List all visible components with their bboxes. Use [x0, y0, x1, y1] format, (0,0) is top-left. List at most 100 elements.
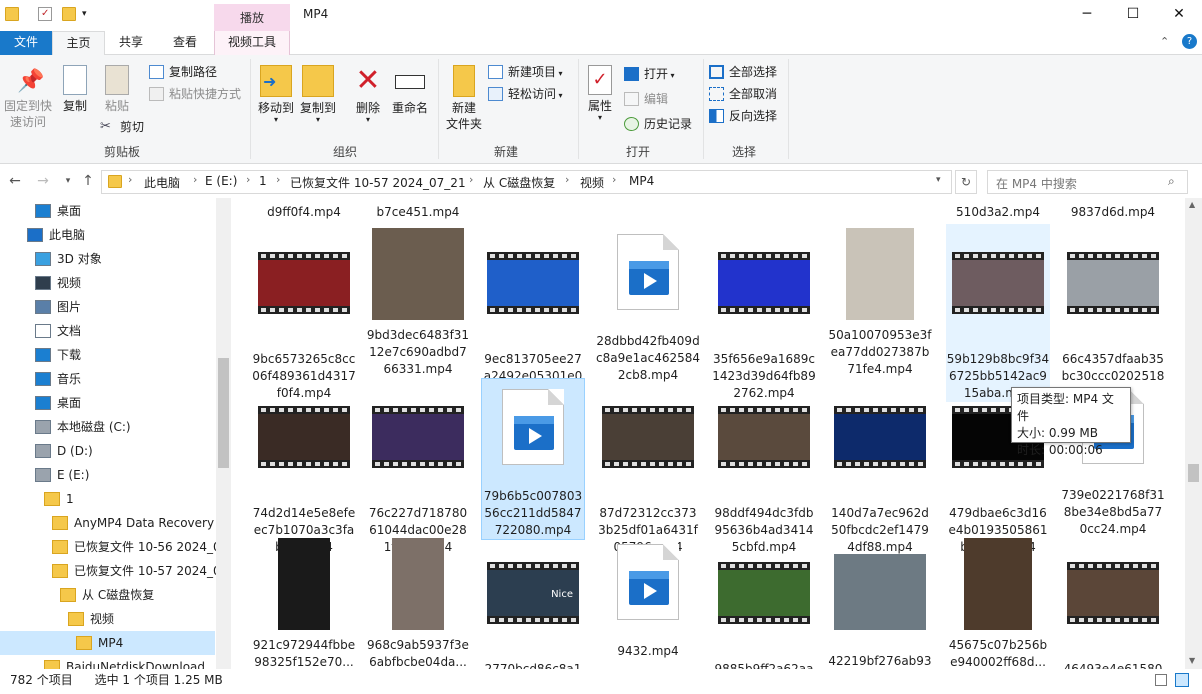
nav-item[interactable]: 本地磁盘 (C:)	[0, 415, 215, 439]
new-folder-quick-icon[interactable]	[62, 7, 76, 21]
copy-button[interactable]: 复制	[58, 65, 92, 114]
content-scrollbar[interactable]: ▲ ▼	[1185, 198, 1202, 669]
file-item[interactable]: 9ec813705ee27a2492e05301e0845bd3.mp4	[481, 224, 585, 402]
nav-item[interactable]: AnyMP4 Data Recovery	[0, 511, 215, 535]
file-item[interactable]: 76c227d71878061044dac00e281ff1c5.mp4	[366, 378, 470, 556]
customize-quick-access-icon[interactable]: ▾	[82, 7, 96, 21]
forward-arrow-icon[interactable]: →	[33, 172, 53, 192]
scroll-up-icon[interactable]: ▲	[1189, 200, 1195, 209]
nav-item[interactable]: E (E:)	[0, 463, 215, 487]
copy-to-button[interactable]: 复制到 ▾	[298, 65, 338, 124]
file-item[interactable]: 28dbbd42fb409dc8a9e1ac4625842cb8.mp4	[596, 224, 700, 384]
properties-button[interactable]: ✓ 属性 ▾	[582, 65, 618, 122]
rename-button[interactable]: 重命名	[388, 65, 432, 116]
paste-button[interactable]: 粘贴	[100, 65, 134, 114]
tab-home[interactable]: 主页	[52, 31, 105, 56]
breadcrumb-drive-e[interactable]: E (E:)	[205, 174, 237, 188]
tab-share[interactable]: 共享	[105, 31, 157, 55]
properties-quick-icon[interactable]: ✓	[38, 7, 52, 21]
invert-selection-button[interactable]: 反向选择	[709, 107, 777, 125]
nav-item[interactable]: 音乐	[0, 367, 215, 391]
file-item[interactable]: 45675c07b256be940002ff68d...	[946, 534, 1050, 669]
file-item[interactable]: 98ddf494dc3fdb95636b4ad34145cbfd.mp4	[712, 378, 816, 556]
details-view-icon[interactable]	[1155, 674, 1167, 686]
nav-item[interactable]: 桌面	[0, 199, 215, 223]
maximize-button[interactable]: ☐	[1110, 0, 1156, 31]
help-icon[interactable]: ?	[1182, 34, 1197, 49]
file-item[interactable]: 35f656e9a1689c1423d39d64fb892762.mp4	[712, 224, 816, 402]
file-item[interactable]: 46493e4e6158011a980bce179b...	[1061, 534, 1165, 669]
file-item[interactable]: 87d72312cc3733b25df01a6431f05796.mp4	[596, 378, 700, 556]
refresh-icon[interactable]: ↻	[955, 170, 977, 194]
nav-item[interactable]: 已恢复文件 10-57 2024_0	[0, 559, 221, 583]
nav-item[interactable]: 文档	[0, 319, 215, 343]
nav-item[interactable]: D (D:)	[0, 439, 215, 463]
nav-scrollbar[interactable]	[216, 198, 231, 669]
file-item[interactable]: 9432.mp4	[596, 534, 700, 660]
content-scroll-thumb[interactable]	[1188, 464, 1199, 482]
nav-item[interactable]: 桌面	[0, 391, 215, 415]
breadcrumb-videos[interactable]: 视频	[580, 174, 604, 191]
file-item-partial[interactable]: 510d3a2.mp4	[946, 204, 1050, 221]
nav-item[interactable]: BaiduNetdiskDownload	[0, 655, 215, 669]
file-item-partial[interactable]: b7ce451.mp4	[366, 204, 470, 221]
tab-view[interactable]: 查看	[157, 31, 213, 55]
copy-path-button[interactable]: 复制路径	[149, 63, 217, 81]
back-arrow-icon[interactable]: ←	[5, 172, 25, 192]
file-item[interactable]: 74d2d14e5e8efeec7b1070a3c3fabfd7.mp4	[252, 378, 356, 556]
file-item-partial[interactable]: 9837d6d.mp4	[1061, 204, 1165, 221]
address-dropdown-icon[interactable]: ▾	[936, 175, 941, 185]
up-arrow-icon[interactable]: ↑	[78, 172, 98, 192]
nav-item[interactable]: 从 C磁盘恢复	[0, 583, 215, 607]
pin-quick-access-button[interactable]: 📌 固定到快速访问	[2, 69, 54, 130]
history-button[interactable]: 历史记录	[624, 115, 692, 133]
file-item[interactable]: 66c4357dfaab35bc30ccc02025182649.mp4	[1061, 224, 1165, 402]
select-none-button[interactable]: 全部取消	[709, 85, 777, 103]
close-button[interactable]: ✕	[1156, 0, 1202, 31]
edit-button[interactable]: 编辑	[624, 90, 668, 108]
file-item-partial[interactable]: d9ff0f4.mp4	[252, 204, 356, 221]
large-icons-view-icon[interactable]	[1175, 673, 1189, 687]
file-item[interactable]: 9bc6573265c8cc06f489361d4317f0f4.mp4	[252, 224, 356, 402]
move-to-button[interactable]: ➜ 移动到 ▾	[256, 65, 296, 124]
nav-item[interactable]: 已恢复文件 10-56 2024_0	[0, 535, 221, 559]
nav-item[interactable]: 视频	[0, 271, 215, 295]
select-all-button[interactable]: 全部选择	[709, 63, 777, 81]
file-item[interactable]: 968c9ab5937f3e6abfbcbe04da...	[366, 534, 470, 669]
nav-scroll-thumb[interactable]	[218, 358, 229, 468]
breadcrumb-mp4[interactable]: MP4	[629, 174, 654, 188]
new-folder-button[interactable]: 新建 文件夹	[444, 65, 484, 132]
file-item[interactable]: 921c972944fbbe98325f152e70...	[252, 534, 356, 669]
file-item[interactable]: 140d7a7ec962d50fbcdc2ef14794df88.mp4	[828, 378, 932, 556]
breadcrumb-from-c[interactable]: 从 C磁盘恢复	[483, 174, 555, 191]
file-item[interactable]: 42219bf276ab93b22cbeb8bbb...	[828, 534, 932, 669]
breadcrumb-this-pc[interactable]: 此电脑	[144, 174, 180, 191]
search-input[interactable]: 在 MP4 中搜索 ⌕	[987, 170, 1188, 194]
delete-button[interactable]: ✕ 删除 ▾	[350, 65, 386, 124]
nav-item[interactable]: 3D 对象	[0, 247, 215, 271]
file-item[interactable]: Nice 2770bcd86c8a1e011a6f80bec2...	[481, 534, 585, 669]
file-item[interactable]: 79b6b5c00780356cc211dd5847722080.mp4	[481, 378, 585, 540]
file-item[interactable]: 9885b9ff2a62aa9e47442c67b9...	[712, 534, 816, 669]
breadcrumb-recovered[interactable]: 已恢复文件 10-57 2024_07_21	[290, 174, 466, 191]
nav-item[interactable]: 此电脑	[0, 223, 215, 247]
nav-item[interactable]: 图片	[0, 295, 215, 319]
address-input[interactable]: › 此电脑 › E (E:) › 1 › 已恢复文件 10-57 2024_07…	[101, 170, 952, 194]
tab-video-tools[interactable]: 视频工具	[214, 31, 290, 55]
open-button[interactable]: 打开 ▾	[624, 65, 675, 83]
tab-file[interactable]: 文件	[0, 31, 52, 55]
minimize-button[interactable]: ─	[1064, 0, 1110, 31]
cut-button[interactable]: ✂ 剪切	[100, 118, 144, 136]
easy-access-button[interactable]: 轻松访问 ▾	[488, 85, 563, 103]
nav-item[interactable]: MP4	[0, 631, 215, 655]
nav-item[interactable]: 下载	[0, 343, 215, 367]
scroll-down-icon[interactable]: ▼	[1189, 656, 1195, 665]
recent-locations-icon[interactable]: ▾	[58, 172, 78, 192]
nav-item[interactable]: 视频	[0, 607, 215, 631]
file-item[interactable]: 50a10070953e3fea77dd027387b71fe4.mp4	[828, 224, 932, 378]
paste-shortcut-button[interactable]: 粘贴快捷方式	[149, 85, 241, 103]
file-item[interactable]: 9bd3dec6483f3112e7c690adbd766331.mp4	[366, 224, 470, 378]
collapse-ribbon-icon[interactable]: ⌃	[1160, 35, 1169, 48]
breadcrumb-folder-1[interactable]: 1	[259, 174, 267, 188]
new-item-button[interactable]: 新建项目 ▾	[488, 63, 563, 81]
